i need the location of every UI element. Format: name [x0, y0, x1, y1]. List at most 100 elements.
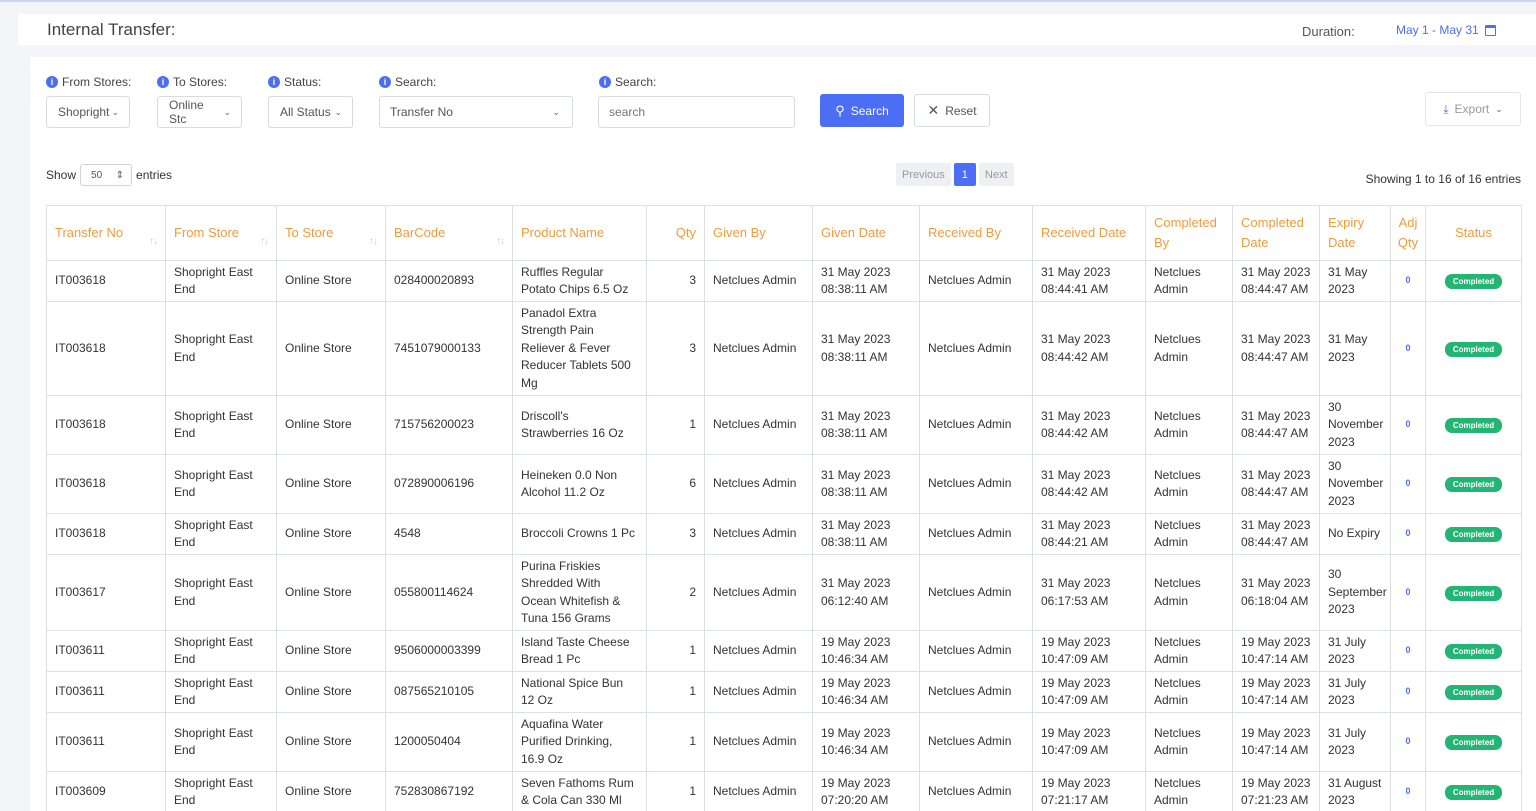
cell-given-by: Netclues Admin [704, 712, 813, 772]
cell-qty: 1 [646, 630, 705, 672]
chevron-down-icon: ⌄ [334, 106, 342, 117]
reset-button[interactable]: ✕ Reset [914, 94, 990, 127]
cell-to-store: Online Store [276, 454, 386, 514]
export-button[interactable]: ⤓ Export ⌄ [1425, 92, 1521, 126]
table-row: IT003618 Shopright East End Online Store 02… [46, 260, 1522, 302]
cell-received-by: Netclues Admin [919, 513, 1033, 555]
cell-qty: 1 [646, 771, 705, 811]
cell-status: Completed [1425, 630, 1522, 672]
column-header: Expiry Date [1319, 205, 1391, 261]
cell-completed-date: 19 May 2023 10:47:14 AM [1232, 712, 1320, 772]
status-badge: Completed [1444, 274, 1503, 290]
cell-completed-by: Netclues Admin [1145, 513, 1233, 555]
table-row: IT003618 Shopright East End Online Store 45… [46, 513, 1522, 555]
cell-status: Completed [1425, 671, 1522, 713]
cell-given-by: Netclues Admin [704, 771, 813, 811]
entries-select[interactable]: 50 ⇕ [80, 164, 133, 186]
prev-page-button[interactable]: Previous [896, 163, 951, 186]
search-input[interactable] [598, 96, 795, 128]
cell-status: Completed [1425, 301, 1522, 396]
status-label: i Status: [268, 75, 321, 89]
from-stores-select[interactable]: Shopright ⌄ [46, 96, 130, 128]
table-row: IT003611 Shopright East End Online Store 08… [46, 671, 1522, 713]
cell-adj-qty: 0 [1390, 771, 1426, 811]
cell-from-store: Shopright East End [165, 454, 277, 514]
column-header[interactable]: Transfer No ↑↓ [46, 205, 166, 261]
table-row: IT003609 Shopright East End Online Store 75… [46, 771, 1522, 811]
cell-given-by: Netclues Admin [704, 454, 813, 514]
column-header[interactable]: To Store ↑↓ [276, 205, 386, 261]
status-badge: Completed [1444, 527, 1503, 543]
column-header: Completed By [1145, 205, 1233, 261]
cell-received-date: 19 May 2023 10:47:09 AM [1032, 671, 1146, 713]
cell-completed-by: Netclues Admin [1145, 395, 1233, 455]
cell-received-by: Netclues Admin [919, 260, 1033, 302]
search-by-select[interactable]: Transfer No ⌄ [379, 96, 573, 128]
cell-completed-by: Netclues Admin [1145, 454, 1233, 514]
cell-completed-by: Netclues Admin [1145, 554, 1233, 631]
column-header[interactable]: From Store ↑↓ [165, 205, 277, 261]
cell-received-by: Netclues Admin [919, 554, 1033, 631]
pagination: Previous 1 Next [896, 163, 1014, 186]
cell-adj-qty: 0 [1390, 395, 1426, 455]
cell-given-date: 19 May 2023 10:46:34 AM [812, 712, 920, 772]
info-icon: i [268, 76, 280, 88]
sort-icon[interactable]: ↑↓ [496, 232, 505, 252]
cell-received-date: 31 May 2023 08:44:41 AM [1032, 260, 1146, 302]
cell-given-by: Netclues Admin [704, 301, 813, 396]
cell-completed-date: 31 May 2023 06:18:04 AM [1232, 554, 1320, 631]
sort-icon[interactable]: ↑↓ [369, 232, 378, 252]
page-1-button[interactable]: 1 [953, 163, 976, 186]
cell-from-store: Shopright East End [165, 395, 277, 455]
next-page-button[interactable]: Next [978, 163, 1014, 186]
search-button[interactable]: ⚲ Search [820, 94, 904, 127]
cell-barcode: 1200050404 [385, 712, 513, 772]
cell-received-by: Netclues Admin [919, 395, 1033, 455]
cell-given-date: 31 May 2023 08:38:11 AM [812, 513, 920, 555]
cell-expiry-date: 31 August 2023 [1319, 771, 1391, 811]
sort-icon[interactable]: ↑↓ [260, 232, 269, 252]
table-row: IT003618 Shopright East End Online Store 74… [46, 301, 1522, 396]
cell-completed-by: Netclues Admin [1145, 301, 1233, 396]
cell-product-name: Aquafina Water Purified Drinking, 16.9 O… [512, 712, 647, 772]
info-icon: i [599, 76, 611, 88]
cell-barcode: 4548 [385, 513, 513, 555]
cell-qty: 3 [646, 513, 705, 555]
cell-received-by: Netclues Admin [919, 454, 1033, 514]
cell-received-date: 31 May 2023 08:44:42 AM [1032, 454, 1146, 514]
cell-given-by: Netclues Admin [704, 630, 813, 672]
cell-given-by: Netclues Admin [704, 395, 813, 455]
cell-transfer-no: IT003618 [46, 301, 166, 396]
column-header[interactable]: BarCode ↑↓ [385, 205, 513, 261]
cell-barcode: 087565210105 [385, 671, 513, 713]
column-header: Adj Qty [1390, 205, 1426, 261]
calendar-icon[interactable] [1484, 24, 1496, 36]
cell-from-store: Shopright East End [165, 771, 277, 811]
cell-adj-qty: 0 [1390, 554, 1426, 631]
cell-given-date: 31 May 2023 08:38:11 AM [812, 301, 920, 396]
sort-icon[interactable]: ↑↓ [149, 232, 158, 252]
from-stores-label: i From Stores: [46, 75, 131, 89]
cell-adj-qty: 0 [1390, 301, 1426, 396]
cell-given-date: 19 May 2023 10:46:34 AM [812, 671, 920, 713]
cell-given-date: 19 May 2023 10:46:34 AM [812, 630, 920, 672]
status-badge: Completed [1444, 477, 1503, 493]
duration-picker[interactable]: May 1 - May 31 [1396, 23, 1496, 37]
cell-qty: 6 [646, 454, 705, 514]
cell-qty: 1 [646, 712, 705, 772]
cell-status: Completed [1425, 454, 1522, 514]
cell-to-store: Online Store [276, 513, 386, 555]
cell-received-by: Netclues Admin [919, 712, 1033, 772]
to-stores-select[interactable]: Online Stc ⌄ [157, 96, 242, 128]
column-header: Qty [646, 205, 705, 261]
cell-product-name: Ruffles Regular Potato Chips 6.5 Oz [512, 260, 647, 302]
column-header: Status [1425, 205, 1522, 261]
cell-given-date: 31 May 2023 08:38:11 AM [812, 395, 920, 455]
cell-expiry-date: 31 July 2023 [1319, 712, 1391, 772]
status-select[interactable]: All Status ⌄ [268, 96, 353, 128]
to-stores-label: i To Stores: [157, 75, 227, 89]
cell-barcode: 715756200023 [385, 395, 513, 455]
cell-to-store: Online Store [276, 554, 386, 631]
cell-status: Completed [1425, 513, 1522, 555]
duration-label: Duration: [1302, 24, 1355, 39]
